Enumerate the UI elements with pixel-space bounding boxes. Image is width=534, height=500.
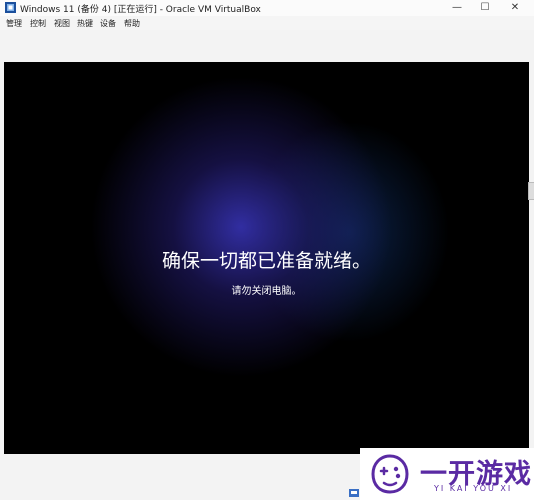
watermark-pinyin: YI KAI YOU XI (434, 484, 513, 493)
scrollbar-thumb[interactable] (528, 182, 534, 200)
virtualbox-icon (5, 2, 16, 13)
menu-hotkey[interactable]: 热键 (77, 18, 93, 29)
close-button[interactable]: ✕ (501, 0, 529, 16)
menu-manage[interactable]: 管理 (6, 18, 22, 29)
menu-help[interactable]: 帮助 (124, 18, 140, 29)
menu-bar: 管理 控制 视图 热键 设备 帮助 (0, 16, 534, 30)
title-bar: Windows 11 (备份 4) [正在运行] - Oracle VM Vir… (0, 0, 534, 16)
window-title: Windows 11 (备份 4) [正在运行] - Oracle VM Vir… (20, 5, 261, 15)
setup-submessage: 请勿关闭电脑。 (231, 286, 302, 297)
menu-view[interactable]: 视图 (54, 18, 70, 29)
menu-control[interactable]: 控制 (30, 18, 46, 29)
menu-devices[interactable]: 设备 (100, 18, 116, 29)
gamepad-logo-icon (371, 454, 409, 494)
watermark: 一开游戏 YI KAI YOU XI (360, 448, 534, 500)
status-keyboard-icon[interactable] (349, 488, 359, 498)
minimize-button[interactable]: — (443, 0, 471, 16)
maximize-button[interactable]: ☐ (471, 0, 499, 16)
toolbar-area (0, 30, 534, 62)
setup-message: 确保一切都已准备就绪。 (161, 250, 371, 272)
vm-display[interactable]: 确保一切都已准备就绪。 请勿关闭电脑。 (4, 62, 529, 454)
